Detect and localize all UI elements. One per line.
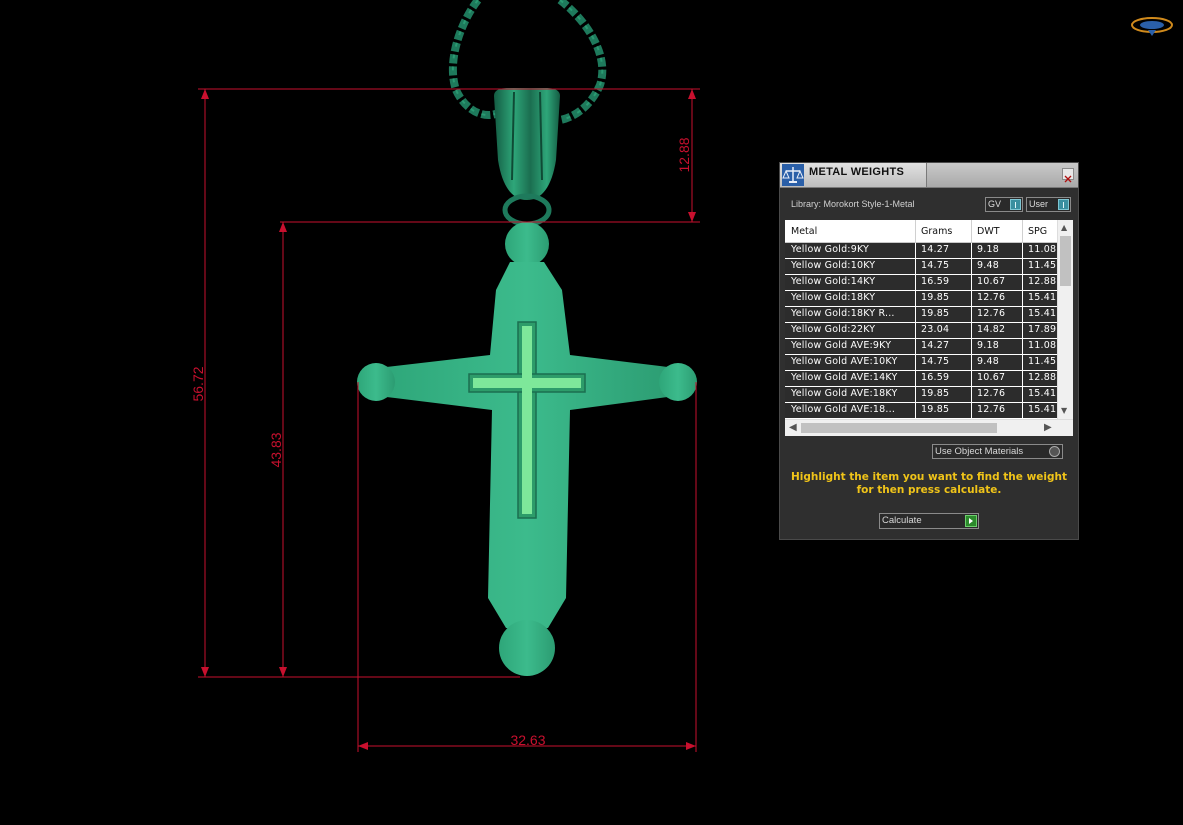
gv-toggle[interactable]: GV: [985, 197, 1023, 212]
cell-grams: 16.59: [921, 276, 950, 287]
table-row[interactable]: Yellow Gold:9KY 14.27 9.18 11.08: [785, 243, 1057, 259]
vertical-scrollbar[interactable]: ▲ ▼: [1057, 220, 1073, 419]
cell-metal: Yellow Gold AVE:10KY: [791, 356, 898, 367]
cell-dwt: 9.18: [977, 340, 999, 351]
table-row[interactable]: Yellow Gold AVE:18KY 19.85 12.76 15.41: [785, 387, 1057, 403]
table-row[interactable]: Yellow Gold:10KY 14.75 9.48 11.45: [785, 259, 1057, 275]
table-row[interactable]: Yellow Gold:14KY 16.59 10.67 12.88: [785, 275, 1057, 291]
table-row[interactable]: Yellow Gold AVE:9KY 14.27 9.18 11.08: [785, 339, 1057, 355]
table-body: Yellow Gold:9KY 14.27 9.18 11.08 Yellow Gold…: [785, 243, 1057, 419]
cell-grams: 14.75: [921, 356, 950, 367]
cell-dwt: 12.76: [977, 308, 1006, 319]
dim-cross-height: 43.83: [268, 432, 284, 467]
instruction-hint: Highlight the item you want to find the …: [791, 471, 1067, 496]
library-label: Library: Morokort Style-1-Metal: [791, 199, 915, 209]
use-object-materials-label: Use Object Materials: [935, 446, 1024, 457]
calculate-label: Calculate: [882, 515, 922, 526]
cell-spg: 17.89: [1028, 324, 1057, 335]
cell-spg: 15.41: [1028, 292, 1057, 303]
horizontal-scrollbar[interactable]: ◀ ▶: [785, 419, 1073, 436]
cell-spg: 12.88: [1028, 372, 1057, 383]
panel-title: METAL WEIGHTS: [809, 166, 905, 178]
cell-dwt: 10.67: [977, 372, 1006, 383]
panel-tab[interactable]: METAL WEIGHTS: [780, 163, 927, 187]
gv-toggle-knob[interactable]: [1010, 199, 1021, 210]
dimension-lines: [198, 88, 700, 752]
cell-metal: Yellow Gold:22KY: [791, 324, 876, 335]
cell-dwt: 14.82: [977, 324, 1006, 335]
scroll-down-icon[interactable]: ▼: [1061, 406, 1067, 415]
dim-width: 32.63: [510, 732, 545, 748]
cell-dwt: 9.48: [977, 356, 999, 367]
cell-dwt: 12.76: [977, 404, 1006, 415]
cell-grams: 19.85: [921, 388, 950, 399]
cell-grams: 23.04: [921, 324, 950, 335]
cell-metal: Yellow Gold:18KY: [791, 292, 876, 303]
cell-grams: 19.85: [921, 292, 950, 303]
vertical-scroll-thumb[interactable]: [1060, 236, 1071, 286]
table-header: Metal Grams DWT SPG: [785, 220, 1057, 243]
table-row[interactable]: Yellow Gold AVE:18... 19.85 12.76 15.41: [785, 403, 1057, 419]
cell-grams: 19.85: [921, 404, 950, 415]
user-toggle-knob[interactable]: [1058, 199, 1069, 210]
cell-metal: Yellow Gold:9KY: [791, 244, 870, 255]
scroll-right-icon[interactable]: ▶: [1044, 422, 1052, 433]
cell-spg: 11.45: [1028, 260, 1057, 271]
cell-spg: 15.41: [1028, 388, 1057, 399]
scale-icon: [782, 164, 804, 186]
table-row[interactable]: Yellow Gold:18KY R... 19.85 12.76 15.41: [785, 307, 1057, 323]
dim-overall-height: 56.72: [190, 366, 206, 401]
bail: [494, 88, 560, 227]
app-logo: [1131, 17, 1173, 36]
table-row[interactable]: Yellow Gold:22KY 23.04 14.82 17.89: [785, 323, 1057, 339]
cell-metal: Yellow Gold:10KY: [791, 260, 876, 271]
use-object-materials-toggle[interactable]: Use Object Materials: [932, 444, 1063, 459]
cell-metal: Yellow Gold AVE:18...: [791, 404, 896, 415]
gv-toggle-label: GV: [988, 199, 1002, 209]
cell-metal: Yellow Gold AVE:9KY: [791, 340, 892, 351]
cell-metal: Yellow Gold:14KY: [791, 276, 876, 287]
cell-metal: Yellow Gold AVE:18KY: [791, 388, 898, 399]
metal-weights-table: Metal Grams DWT SPG Yellow Gold:9KY 14.27…: [785, 220, 1073, 436]
column-header-dwt[interactable]: DWT: [977, 226, 1000, 237]
use-object-materials-radio[interactable]: [1049, 446, 1060, 457]
user-toggle[interactable]: User: [1026, 197, 1071, 212]
cell-grams: 14.27: [921, 244, 950, 255]
cell-spg: 11.08: [1028, 340, 1057, 351]
calculate-button[interactable]: Calculate: [879, 513, 979, 529]
horizontal-scroll-thumb[interactable]: [801, 423, 997, 433]
cell-spg: 11.08: [1028, 244, 1057, 255]
table-row[interactable]: Yellow Gold AVE:10KY 14.75 9.48 11.45: [785, 355, 1057, 371]
cell-metal: Yellow Gold AVE:14KY: [791, 372, 898, 383]
cell-spg: 15.41: [1028, 404, 1057, 415]
scroll-left-icon[interactable]: ◀: [789, 422, 797, 433]
cell-dwt: 12.76: [977, 292, 1006, 303]
cell-spg: 12.88: [1028, 276, 1057, 287]
table-row[interactable]: Yellow Gold:18KY 19.85 12.76 15.41: [785, 291, 1057, 307]
close-button[interactable]: [1062, 168, 1074, 183]
column-header-grams[interactable]: Grams: [921, 226, 952, 237]
cell-dwt: 9.48: [977, 260, 999, 271]
column-header-spg[interactable]: SPG: [1028, 226, 1047, 237]
cell-spg: 15.41: [1028, 308, 1057, 319]
cell-metal: Yellow Gold:18KY R...: [791, 308, 895, 319]
cell-dwt: 10.67: [977, 276, 1006, 287]
scroll-up-icon[interactable]: ▲: [1061, 223, 1067, 232]
user-toggle-label: User: [1029, 199, 1049, 209]
play-icon[interactable]: [965, 515, 977, 527]
cell-grams: 14.75: [921, 260, 950, 271]
dim-bail-height: 12.88: [676, 137, 692, 172]
cell-grams: 16.59: [921, 372, 950, 383]
cell-grams: 19.85: [921, 308, 950, 319]
close-icon: [1064, 175, 1072, 183]
cell-spg: 11.45: [1028, 356, 1057, 367]
table-row[interactable]: Yellow Gold AVE:14KY 16.59 10.67 12.88: [785, 371, 1057, 387]
cell-dwt: 12.76: [977, 388, 1006, 399]
cell-grams: 14.27: [921, 340, 950, 351]
cell-dwt: 9.18: [977, 244, 999, 255]
metal-weights-panel: METAL WEIGHTS Library: Morokort Style-1-…: [779, 162, 1079, 540]
panel-titlebar[interactable]: METAL WEIGHTS: [780, 163, 1078, 188]
column-header-metal[interactable]: Metal: [791, 226, 817, 237]
